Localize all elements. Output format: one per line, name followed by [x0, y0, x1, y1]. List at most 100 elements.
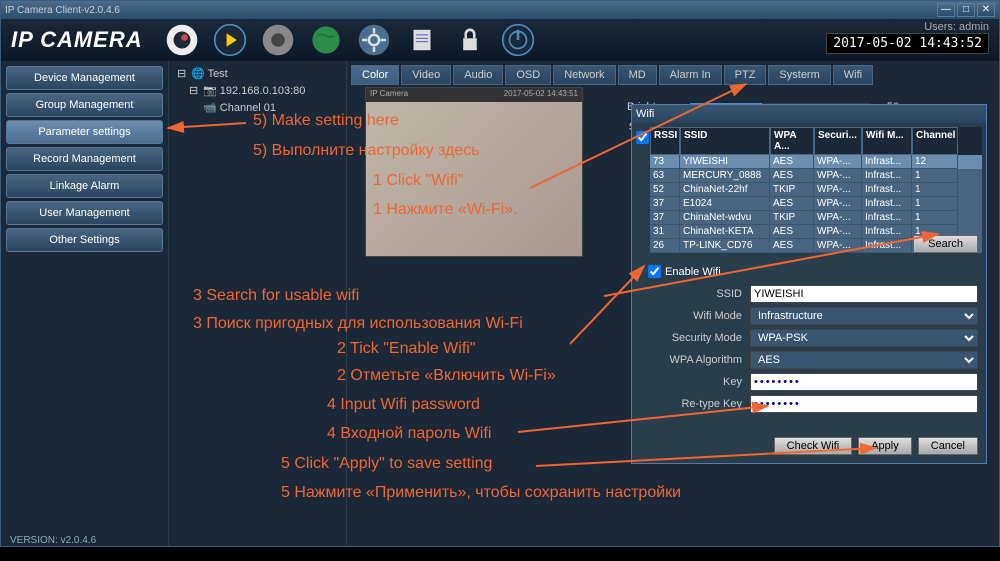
- tab-color[interactable]: Color: [351, 65, 399, 85]
- wifi-cell: 73: [650, 155, 680, 169]
- titlebar: IP Camera Client-v2.0.4.6 — □ ✕: [1, 1, 999, 19]
- wifi-cell: Infrast...: [862, 183, 912, 197]
- tab-alarm-in[interactable]: Alarm In: [659, 65, 722, 85]
- wifi-cell: 63: [650, 169, 680, 183]
- camera-icon[interactable]: [163, 21, 201, 59]
- wifi-cell: 31: [650, 225, 680, 239]
- tab-ptz[interactable]: PTZ: [724, 65, 767, 85]
- window-title: IP Camera Client-v2.0.4.6: [5, 5, 120, 16]
- col-header[interactable]: Securi...: [814, 127, 862, 155]
- wifi-cell: WPA-...: [814, 183, 862, 197]
- record-icon[interactable]: [259, 21, 297, 59]
- wifi-cell: ChinaNet-wdvu: [680, 211, 770, 225]
- sidebar-linkage-alarm[interactable]: Linkage Alarm: [6, 174, 163, 198]
- wifi-row[interactable]: 52ChinaNet-22hfTKIPWPA-...Infrast...1: [650, 183, 982, 197]
- sidebar-group-mgmt[interactable]: Group Management: [6, 93, 163, 117]
- wifi-form: SSID Wifi ModeInfrastructure Security Mo…: [640, 285, 978, 417]
- col-header[interactable]: WPA A...: [770, 127, 814, 155]
- log-icon[interactable]: [403, 21, 441, 59]
- wifi-cell: Infrast...: [862, 239, 912, 253]
- sidebar: Device Management Group Management Param…: [1, 61, 169, 546]
- power-icon[interactable]: [499, 21, 537, 59]
- wifi-list-checkbox[interactable]: [636, 131, 649, 144]
- close-icon[interactable]: ✕: [977, 3, 995, 17]
- tab-osd[interactable]: OSD: [505, 65, 551, 85]
- user-label: Users: admin: [826, 21, 989, 33]
- wifi-cell: WPA-...: [814, 211, 862, 225]
- tab-md[interactable]: MD: [618, 65, 657, 85]
- sidebar-user-mgmt[interactable]: User Management: [6, 201, 163, 225]
- tab-bar: Color Video Audio OSD Network MD Alarm I…: [347, 61, 999, 85]
- search-button[interactable]: Search: [913, 235, 978, 253]
- wifi-cell: WPA-...: [814, 155, 862, 169]
- algo-select[interactable]: AES: [750, 351, 978, 369]
- wifi-cell: AES: [770, 239, 814, 253]
- timestamp: 2017-05-02 14:43:52: [826, 33, 989, 54]
- sidebar-device-mgmt[interactable]: Device Management: [6, 66, 163, 90]
- minus-icon: ⊟: [189, 84, 201, 97]
- wifi-cell: 12: [912, 155, 958, 169]
- wifi-cell: TP-LINK_CD76: [680, 239, 770, 253]
- sidebar-other-settings[interactable]: Other Settings: [6, 228, 163, 252]
- tab-video[interactable]: Video: [401, 65, 451, 85]
- wifi-cell: WPA-...: [814, 225, 862, 239]
- wifi-cell: AES: [770, 155, 814, 169]
- algo-label: WPA Algorithm: [640, 354, 750, 366]
- wifi-cell: WPA-...: [814, 169, 862, 183]
- wifi-cell: Infrast...: [862, 211, 912, 225]
- key-input[interactable]: [750, 373, 978, 391]
- wifi-cell: WPA-...: [814, 197, 862, 211]
- cancel-button[interactable]: Cancel: [918, 437, 978, 455]
- minus-icon: ⊟: [177, 67, 189, 80]
- tab-audio[interactable]: Audio: [453, 65, 503, 85]
- settings-gear-icon[interactable]: [355, 21, 393, 59]
- tab-network[interactable]: Network: [553, 65, 615, 85]
- sidebar-record-mgmt[interactable]: Record Management: [6, 147, 163, 171]
- apply-button[interactable]: Apply: [858, 437, 912, 455]
- wifi-cell: AES: [770, 197, 814, 211]
- rekey-label: Re-type Key: [640, 398, 750, 410]
- device-tree: ⊟🌐 Test ⊟📷 192.168.0.103:80 📹 Channel 01: [169, 61, 347, 546]
- enable-wifi-label: Enable Wifi: [665, 266, 721, 278]
- check-wifi-button[interactable]: Check Wifi: [774, 437, 853, 455]
- col-header[interactable]: Wifi M...: [862, 127, 912, 155]
- wifi-cell: Infrast...: [862, 169, 912, 183]
- wifi-row[interactable]: 37E1024AESWPA-...Infrast...1: [650, 197, 982, 211]
- wifi-cell: AES: [770, 225, 814, 239]
- col-header[interactable]: Channel: [912, 127, 958, 155]
- wifi-cell: Infrast...: [862, 197, 912, 211]
- wifi-panel: Wifi RSSISSIDWPA A...Securi...Wifi M...C…: [631, 104, 987, 464]
- lock-icon[interactable]: [451, 21, 489, 59]
- maximize-icon[interactable]: □: [957, 3, 975, 17]
- wifi-row[interactable]: 37ChinaNet-wdvuTKIPWPA-...Infrast...1: [650, 211, 982, 225]
- tree-root[interactable]: ⊟🌐 Test: [173, 65, 342, 82]
- wifi-cell: ChinaNet-KETA: [680, 225, 770, 239]
- col-header[interactable]: RSSI: [650, 127, 680, 155]
- wifi-row[interactable]: 73YIWEISHIAESWPA-...Infrast...12: [650, 155, 982, 169]
- sec-label: Security Mode: [640, 332, 750, 344]
- play-icon[interactable]: [211, 21, 249, 59]
- enable-wifi-checkbox[interactable]: [648, 265, 661, 278]
- tab-wifi[interactable]: Wifi: [833, 65, 873, 85]
- tab-system[interactable]: Systerm: [768, 65, 830, 85]
- header: IP CAMERA Users: admin 2017-05-02 14:43:…: [1, 19, 999, 61]
- wifi-cell: 1: [912, 183, 958, 197]
- wifi-cell: 1: [912, 197, 958, 211]
- wifi-cell: 37: [650, 197, 680, 211]
- col-header[interactable]: SSID: [680, 127, 770, 155]
- tree-channel[interactable]: 📹 Channel 01: [173, 99, 342, 116]
- minimize-icon[interactable]: —: [937, 3, 955, 17]
- wifi-cell: 1: [912, 169, 958, 183]
- wifi-row[interactable]: 63MERCURY_0888AESWPA-...Infrast...1: [650, 169, 982, 183]
- sidebar-param-settings[interactable]: Parameter settings: [6, 120, 163, 144]
- wifi-title: Wifi: [636, 108, 654, 120]
- rekey-input[interactable]: [750, 395, 978, 413]
- sec-select[interactable]: WPA-PSK: [750, 329, 978, 347]
- wifi-cell: 26: [650, 239, 680, 253]
- tree-ip[interactable]: ⊟📷 192.168.0.103:80: [173, 82, 342, 99]
- globe-icon[interactable]: [307, 21, 345, 59]
- wifi-cell: 37: [650, 211, 680, 225]
- mode-select[interactable]: Infrastructure: [750, 307, 978, 325]
- ssid-input[interactable]: [750, 285, 978, 303]
- wifi-cell: WPA-...: [814, 239, 862, 253]
